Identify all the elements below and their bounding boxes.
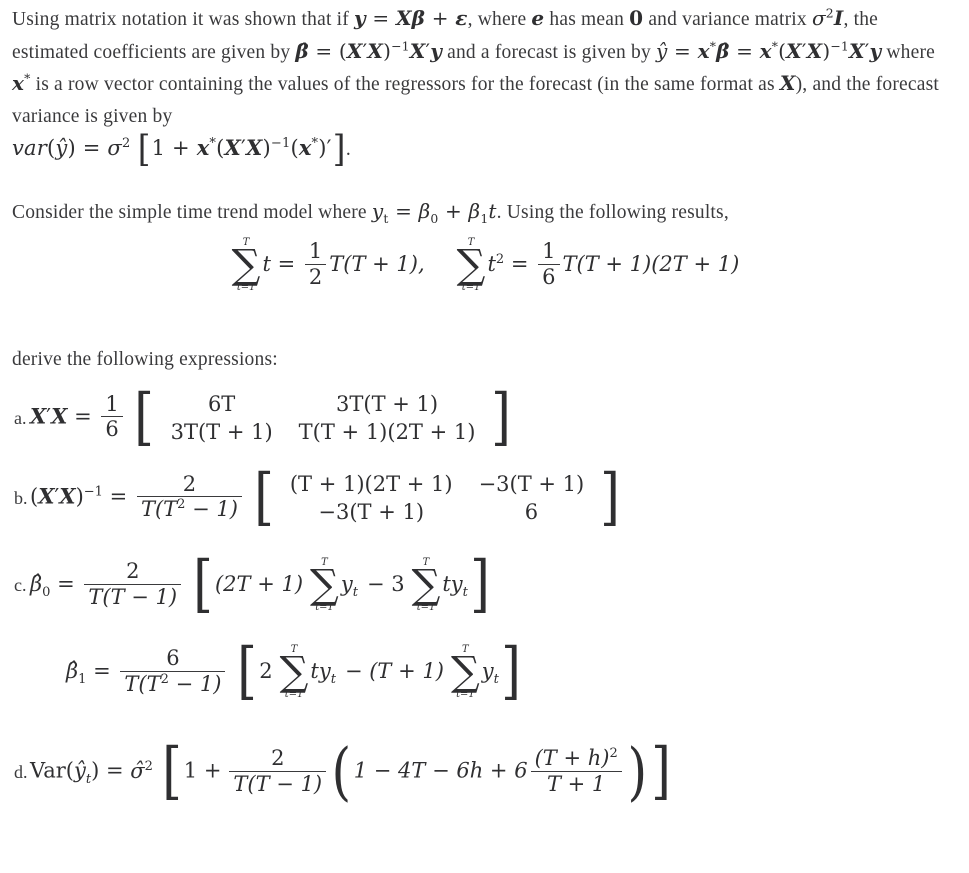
matrix-cell: T(T + 1)(2T + 1)	[298, 420, 476, 444]
intro-paragraph: Using matrix notation it was shown that …	[12, 3, 956, 166]
matrix-row: 3T(T + 1) T(T + 1)(2T + 1)	[158, 418, 489, 446]
c-middle-op: − 3	[366, 571, 405, 596]
equation-xprimex-inverse: (X′X)−1 = 2 T(T2 − 1) [(T + 1)(2T + 1) −3(…	[30, 459, 621, 533]
intro-text-10: .	[345, 139, 351, 160]
intro-text-3: has mean	[544, 9, 630, 30]
sigma-operator-c2: T ∑ t=1	[411, 556, 441, 613]
sum-identity-2: T ∑ t=1 t2 = 1 6 T(T + 1)(2T + 1)	[456, 236, 740, 293]
d-summand-2: yt	[481, 658, 499, 688]
fraction-e-inner: (T + h)2 T + 1	[530, 745, 622, 795]
e-one-plus: 1 +	[183, 758, 222, 783]
matrix-cell: 6T	[207, 392, 236, 416]
fraction-e-scalar: 2 T(T − 1)	[229, 747, 327, 795]
consider-paragraph: Consider the simple time trend model whe…	[12, 196, 956, 229]
list-item: b. (X′X)−1 = 2 T(T2 − 1) [(T + 1)(2T + 1)…	[0, 459, 622, 533]
list-item: a. X′X = 16 [6T 3T(T + 1) 3T(T + 1) T(T + 1…	[0, 379, 514, 453]
fraction-b-scalar: 2 T(T2 − 1)	[136, 473, 242, 521]
item-label-a: a.	[14, 407, 27, 428]
matrix-cell: −3(T + 1)	[478, 472, 585, 496]
fraction-d-denominator: T(T2 − 1)	[120, 670, 226, 696]
math-model-equation: y = Xβ + ε	[354, 6, 468, 30]
matrix-row: −3(T + 1) 6	[277, 498, 597, 526]
intro-text-4: and variance matrix	[643, 9, 812, 30]
fraction-one-sixth: 16	[538, 240, 560, 288]
fraction-a-scalar: 16	[101, 393, 123, 441]
matrix-a: 6T 3T(T + 1) 3T(T + 1) T(T + 1)(2T + 1)	[158, 390, 489, 446]
c-prefix: (2T + 1)	[214, 571, 304, 596]
equation-xprimex: X′X = 16 [6T 3T(T + 1) 3T(T + 1) T(T + 1)(2…	[30, 379, 512, 453]
matrix-cell: (T + 1)(2T + 1)	[289, 472, 453, 496]
math-e: e	[531, 6, 545, 30]
derive-text: derive the following expressions:	[12, 349, 278, 370]
item-label-b: b.	[14, 487, 28, 508]
sigma-operator-2: T ∑ t=1	[456, 236, 486, 293]
sigma-hat-squared: σ̂2	[130, 758, 153, 783]
math-betahat-formula: β̂ = (X′X)−1X′y	[295, 37, 443, 63]
d-summand-1: tyt	[310, 658, 336, 688]
math-xstar: x*	[12, 70, 31, 95]
inner-frac-num: (T + h)2	[534, 745, 618, 770]
summation-identities: T ∑ t=1 t = 1 2 T(T + 1), T ∑ t=1 t2 = 1 6 T(T + 1)…	[0, 236, 969, 293]
fraction-d-scalar: 6 T(T2 − 1)	[120, 647, 226, 696]
sigma-operator-d2: T ∑ t=1	[450, 643, 480, 700]
math-trend-model: yt = β0 + β1t	[371, 199, 497, 226]
equation-forecast-variance: Var(ŷt) = σ̂2 [1 +2 T(T − 1)(1 − 4T − 6h …	[30, 733, 672, 809]
c-summand-1: yt	[340, 571, 358, 601]
matrix-cell: 6	[524, 500, 539, 524]
item-label-d: d.	[14, 761, 28, 782]
list-item: β̂1 = 6 T(T2 − 1) [2 T ∑ t=1 tyt − (T + 1) T ∑ t=…	[0, 634, 523, 708]
list-item: c. β̂0 = 2 T(T − 1) [(2T + 1) T ∑ t=1 yt − 3 T ∑…	[0, 547, 492, 621]
consider-text-2: . Using the following results,	[496, 202, 729, 223]
math-forecast-variance: var(ŷ) = σ2 [1 + x*(X′X)−1(x*)′]	[12, 126, 346, 170]
c-summand-2: tyt	[442, 571, 468, 601]
intro-text-8: is a row vector containing the values of…	[30, 74, 780, 95]
matrix-row: 6T 3T(T + 1)	[158, 390, 489, 418]
fraction-one-half: 12	[304, 240, 327, 288]
intro-text-1: Using matrix notation it was shown that …	[12, 9, 355, 30]
sigma-operator-d1: T ∑ t=1	[279, 643, 309, 700]
matrix-cell: −3(T + 1)	[318, 500, 425, 524]
math-zero: 0	[629, 6, 644, 30]
consider-text-1: Consider the simple time trend model whe…	[12, 202, 372, 223]
intro-text-6: and a forecast is given by	[442, 41, 656, 63]
matrix-row: (T + 1)(2T + 1) −3(T + 1)	[277, 470, 597, 498]
matrix-b: (T + 1)(2T + 1) −3(T + 1) −3(T + 1) 6	[277, 470, 597, 526]
fraction-c-scalar: 2 T(T − 1)	[84, 560, 182, 608]
sigma-operator-c1: T ∑ t=1	[310, 556, 339, 613]
matrix-cell: 3T(T + 1)	[336, 392, 439, 416]
e-inner-prefix: 1 − 4T − 6h + 6	[353, 758, 528, 783]
item-label-c: c.	[14, 574, 27, 595]
equation-beta1: β̂1 = 6 T(T2 − 1) [2 T ∑ t=1 tyt − (T + 1) T ∑ t=…	[66, 634, 521, 708]
equation-beta0: β̂0 = 2 T(T − 1) [(2T + 1) T ∑ t=1 yt − 3 T ∑ t=1…	[30, 547, 490, 621]
document-page: Using matrix notation it was shown that …	[0, 0, 969, 873]
sum-identity-1: T ∑ t=1 t = 1 2 T(T + 1),	[231, 236, 425, 293]
matrix-cell: 3T(T + 1)	[170, 420, 273, 444]
sigma-operator-1: T ∑ t=1	[231, 236, 261, 293]
fraction-b-denominator: T(T2 − 1)	[136, 496, 242, 521]
list-item: d. Var(ŷt) = σ̂2 [1 +2 T(T − 1)(1 − 4T − …	[0, 733, 673, 809]
d-middle-op: − (T + 1)	[344, 658, 444, 683]
d-prefix: 2	[259, 658, 273, 683]
intro-text-2: , where	[467, 9, 532, 30]
math-variance-matrix: σ2I	[811, 5, 844, 30]
math-yhat-formula: ŷ = x*β̂ = x*(X′X)−1X′y	[655, 37, 882, 63]
intro-text-7: where	[881, 41, 935, 63]
derive-paragraph: derive the following expressions:	[12, 344, 612, 376]
math-X: X	[779, 71, 796, 95]
